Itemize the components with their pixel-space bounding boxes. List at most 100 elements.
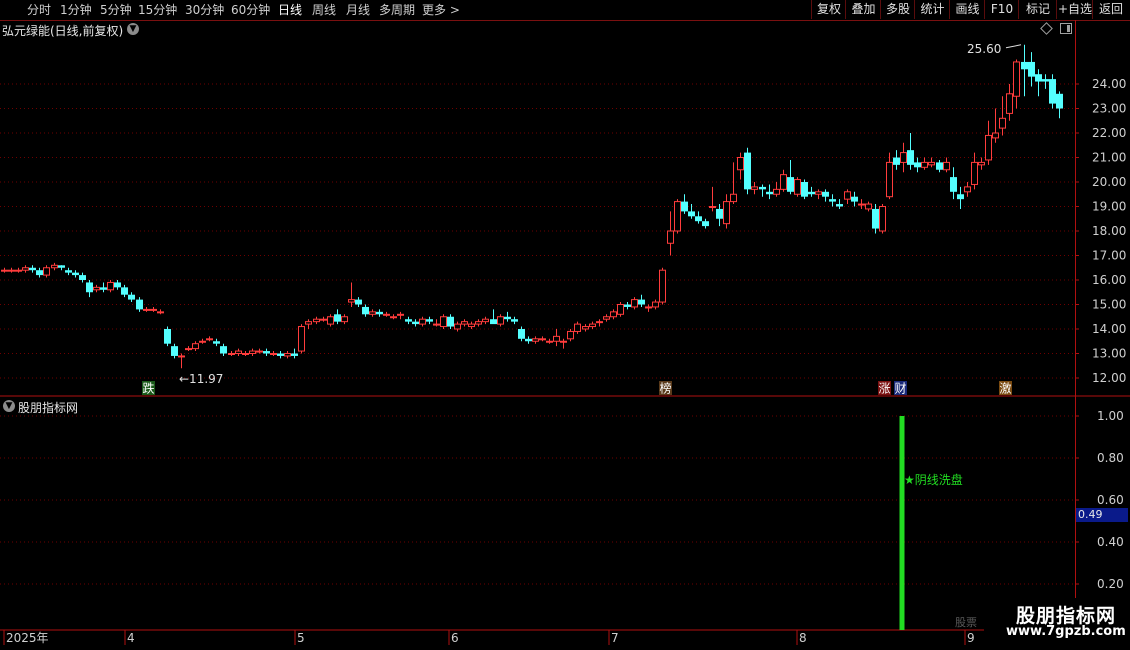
candle-body <box>589 323 596 328</box>
candle-body <box>709 206 716 208</box>
candle-body <box>851 196 858 202</box>
candle-body <box>681 201 688 212</box>
candle-body <box>228 353 235 355</box>
candle-body <box>150 308 157 311</box>
candle-body <box>185 348 192 351</box>
candle-body <box>213 341 220 344</box>
indicator-current-value: 0.49 <box>1076 508 1128 522</box>
candle-body <box>645 306 652 309</box>
candle-body <box>383 313 390 316</box>
candle-body <box>256 350 263 353</box>
price-axis-label: 24.00 <box>1092 77 1126 91</box>
candle-body <box>829 199 836 202</box>
candle-body <box>560 340 567 343</box>
candle-body <box>695 216 702 222</box>
candle-body <box>220 346 227 354</box>
candle-body <box>936 162 943 170</box>
candle-body <box>291 353 298 356</box>
candle-body <box>723 201 730 225</box>
candle-body <box>270 353 277 355</box>
candle-body <box>780 174 787 190</box>
candle-body <box>157 311 164 314</box>
max-price-label: 25.60 <box>967 42 1001 56</box>
candle-body <box>58 265 65 268</box>
candle-body <box>546 340 553 343</box>
candle-body <box>334 314 341 322</box>
candle-body <box>65 270 72 273</box>
candle-body <box>1021 61 1028 70</box>
candle-body <box>29 267 36 271</box>
candle-body <box>928 161 935 166</box>
candle-body <box>15 269 22 272</box>
candle-body <box>482 318 489 323</box>
candle-body <box>730 193 737 203</box>
candle-body <box>553 335 560 342</box>
event-marker: 涨 <box>879 381 891 396</box>
candle-body <box>815 191 822 195</box>
candle-body <box>865 203 872 210</box>
candle-body <box>737 157 744 171</box>
candle-body <box>674 201 681 232</box>
candle-body <box>964 186 971 193</box>
candle-body <box>412 321 419 325</box>
price-axis-label: 12.00 <box>1092 371 1126 385</box>
candle-body <box>263 351 270 354</box>
candle-body <box>313 318 320 323</box>
signal-label: ★阴线洗盘 <box>904 472 963 487</box>
candle-body <box>376 311 383 315</box>
candle-body <box>667 230 674 244</box>
candle-body <box>702 221 709 227</box>
price-axis-label: 21.00 <box>1092 151 1126 165</box>
candle-body <box>822 191 829 197</box>
candle-body <box>327 316 334 325</box>
candle-body <box>872 208 879 229</box>
candle-body <box>235 350 242 354</box>
candle-body <box>511 319 518 322</box>
event-marker: 财 <box>895 382 907 396</box>
candle-body <box>199 340 206 343</box>
time-axis-label: 8 <box>799 631 807 645</box>
candle-body <box>497 316 504 325</box>
price-axis-label: 15.00 <box>1092 298 1126 312</box>
candle-body <box>192 343 199 350</box>
candle-body <box>801 182 808 197</box>
time-axis-label: 2025年 <box>6 631 49 645</box>
candle-body <box>22 267 29 271</box>
candle-body <box>914 162 921 168</box>
candle-body <box>1006 93 1013 114</box>
time-axis-label: 4 <box>127 631 135 645</box>
candle-body <box>433 323 440 326</box>
price-axis-label: 20.00 <box>1092 175 1126 189</box>
price-axis-label: 22.00 <box>1092 126 1126 140</box>
time-axis-label: 9 <box>967 631 975 645</box>
min-price-label: ←11.97 <box>179 372 223 386</box>
candle-body <box>504 316 511 320</box>
candle-body <box>858 203 865 206</box>
candle-body <box>136 299 143 310</box>
candle-body <box>886 161 893 198</box>
candle-body <box>72 272 79 276</box>
kline-chart[interactable]: 24.00 23.00 22.00 21.00 20.00 19.00 18.00 17.00… <box>0 0 1130 650</box>
candle-body <box>1049 79 1056 104</box>
time-axis-label: 7 <box>611 631 619 645</box>
candle-body <box>893 157 900 165</box>
candle-body <box>624 304 631 307</box>
candle-body <box>100 287 107 290</box>
candle-body <box>355 299 362 305</box>
candle-body <box>348 299 355 303</box>
candle-body <box>751 186 758 190</box>
candle-body <box>51 264 58 269</box>
candle-body <box>369 311 376 315</box>
price-axis-label: 14.00 <box>1092 322 1126 336</box>
candle-body <box>574 323 581 332</box>
candle-body <box>716 208 723 219</box>
candle-body <box>43 267 50 276</box>
candle-body <box>567 330 574 340</box>
candle-body <box>305 321 312 325</box>
time-axis-label: 6 <box>451 631 459 645</box>
candle-body <box>907 150 914 165</box>
indicator-axis-label: 0.40 <box>1097 535 1124 549</box>
candle-body <box>36 270 43 276</box>
candle-body <box>921 161 928 168</box>
candle-body <box>320 318 327 321</box>
